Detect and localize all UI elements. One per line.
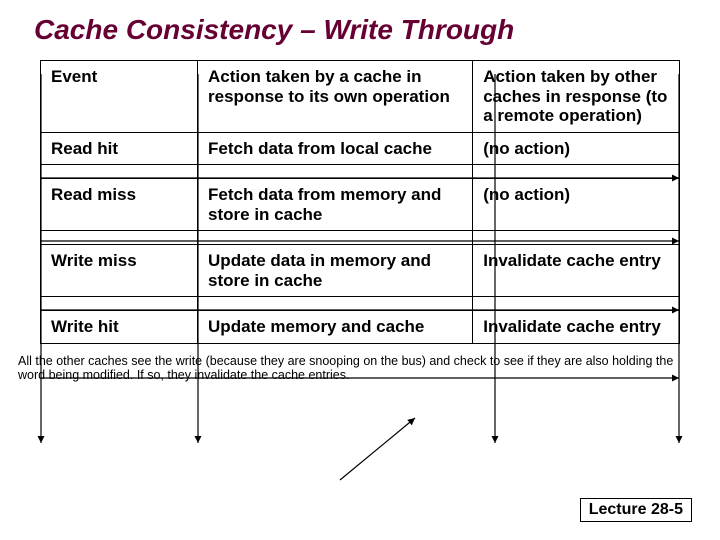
cell-event: Read hit [41, 132, 198, 165]
table-row: Read miss Fetch data from memory and sto… [41, 179, 680, 231]
footnote-text: All the other caches see the write (beca… [0, 344, 720, 383]
consistency-table: Event Action taken by a cache in respons… [40, 60, 680, 344]
header-other-action: Action taken by other caches in response… [473, 61, 680, 133]
cell-other: (no action) [473, 179, 680, 231]
cell-own: Fetch data from memory and store in cach… [198, 179, 473, 231]
cell-own: Update data in memory and store in cache [198, 245, 473, 297]
cell-event: Write hit [41, 311, 198, 344]
cell-own: Update memory and cache [198, 311, 473, 344]
header-own-action: Action taken by a cache in response to i… [198, 61, 473, 133]
table-header-row: Event Action taken by a cache in respons… [41, 61, 680, 133]
table-row: Write hit Update memory and cache Invali… [41, 311, 680, 344]
table-row: Write miss Update data in memory and sto… [41, 245, 680, 297]
cell-own: Fetch data from local cache [198, 132, 473, 165]
cell-event: Write miss [41, 245, 198, 297]
cell-other: (no action) [473, 132, 680, 165]
header-event: Event [41, 61, 198, 133]
table-row: Read hit Fetch data from local cache (no… [41, 132, 680, 165]
cell-other: Invalidate cache entry [473, 245, 680, 297]
cell-other: Invalidate cache entry [473, 311, 680, 344]
slide-number-label: Lecture 28-5 [580, 498, 692, 522]
slide-title: Cache Consistency – Write Through [0, 0, 720, 46]
cell-event: Read miss [41, 179, 198, 231]
